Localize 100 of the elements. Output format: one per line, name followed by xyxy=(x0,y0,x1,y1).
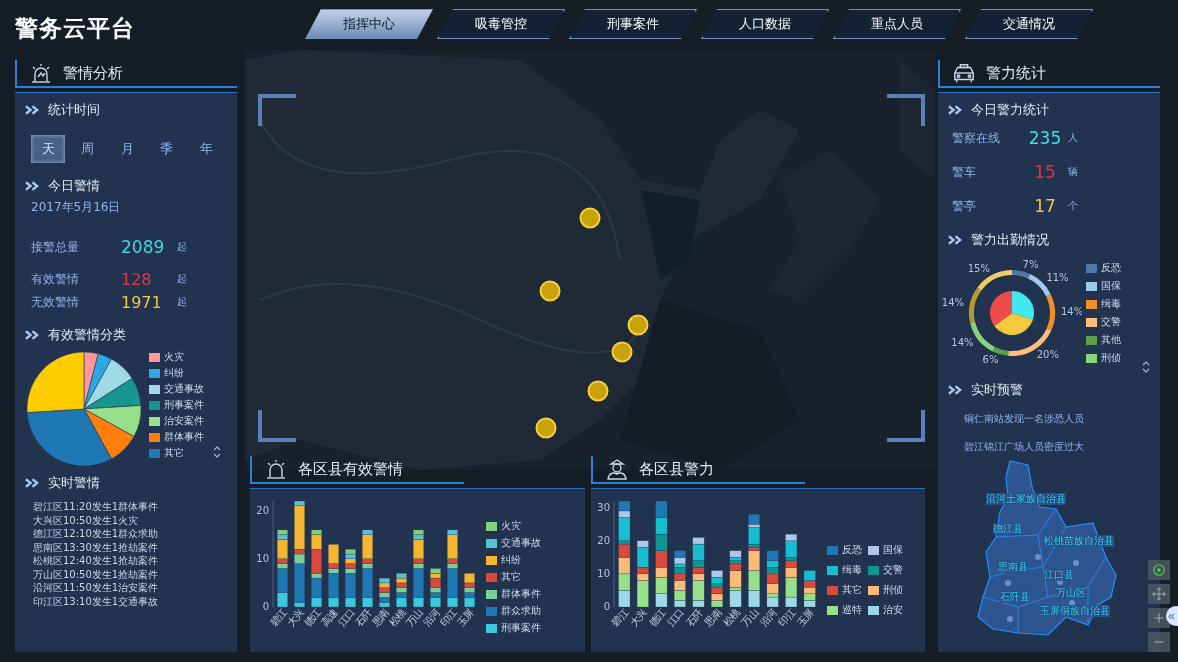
period-tab[interactable]: 天 xyxy=(31,135,65,163)
map-label: 万山区 xyxy=(1056,587,1086,599)
axis-tick-label: 0 xyxy=(262,601,269,612)
panel-title: 警情分析 xyxy=(63,63,123,83)
legend-label: 刑侦 xyxy=(882,583,903,597)
stat-value: 17 xyxy=(1033,196,1057,216)
stat-value: 235 xyxy=(1027,128,1063,148)
legend-label: 火灾 xyxy=(501,519,521,533)
nav-tab[interactable]: 重点人员 xyxy=(833,9,961,39)
alert-entry[interactable]: 松桃区12:40发生1抢劫案件 xyxy=(33,554,227,568)
legend-label: 纠纷 xyxy=(164,366,184,380)
map-label: 沿河土家族自治县 xyxy=(986,493,1066,505)
stat-label: 接警总量 xyxy=(31,238,80,256)
section-title: 今日警情 xyxy=(48,177,100,195)
legend-label: 其它 xyxy=(841,583,862,597)
nav-tab[interactable]: 人口数据 xyxy=(701,9,829,39)
legend-label: 缉毒 xyxy=(841,563,862,577)
map-label: 松桃苗族自治县 xyxy=(1044,535,1114,547)
period-tab[interactable]: 周 xyxy=(70,135,105,163)
legend-label: 反恐 xyxy=(1101,261,1121,275)
data-label: 14% xyxy=(942,297,964,309)
legend-label: 刑事案件 xyxy=(164,398,204,412)
stat-label: 无效警情 xyxy=(31,293,80,311)
legend-label: 缉毒 xyxy=(1101,297,1121,311)
legend-label: 群体事件 xyxy=(501,587,541,601)
axis-tick-label: 20 xyxy=(596,534,610,546)
alert-entry[interactable]: 大兴区10:50发生1火灾 xyxy=(33,513,227,527)
alert-entry[interactable]: 德江区12:10发生1群众求助 xyxy=(33,527,227,541)
data-label: 20% xyxy=(1036,349,1059,361)
nav-tab[interactable]: 交通情况 xyxy=(965,9,1093,39)
nav-tab[interactable]: 刑事案件 xyxy=(569,9,697,39)
stat-value: 2089 xyxy=(121,237,166,257)
legend-label: 其他 xyxy=(1101,333,1121,347)
legend-label: 群众求助 xyxy=(501,604,541,618)
section-title: 有效警情分类 xyxy=(48,326,126,344)
legend-label: 交警 xyxy=(882,563,903,577)
legend-label: 交通事故 xyxy=(164,382,204,396)
legend-label: 其它 xyxy=(164,446,184,460)
stat-value: 15 xyxy=(1033,162,1057,182)
legend-label: 纠纷 xyxy=(501,553,521,567)
period-tab[interactable]: 年 xyxy=(189,135,223,163)
nav-tab[interactable]: 吸毒管控 xyxy=(437,9,565,39)
alert-entry[interactable]: 沿河区11:50发生1治安案件 xyxy=(33,581,227,595)
alert-entry[interactable]: 万山区10:50发生1抢劫案件 xyxy=(33,567,227,581)
stat-label: 警察在线 xyxy=(952,129,1001,147)
data-label: 6% xyxy=(982,354,999,366)
section-title: 实时预警 xyxy=(971,381,1023,399)
map-label: 石阡县 xyxy=(1000,591,1030,603)
legend-label: 交通事故 xyxy=(501,536,541,550)
legend-label: 火灾 xyxy=(164,350,184,364)
app-title: 警务云平台 xyxy=(15,13,136,43)
section-title: 今日警力统计 xyxy=(971,101,1049,119)
data-label: 14% xyxy=(951,337,974,349)
axis-tick-label: 20 xyxy=(256,504,269,516)
axis-tick-label: 10 xyxy=(256,552,269,564)
section-title: 警力出勤情况 xyxy=(971,231,1049,249)
period-tab[interactable]: 季 xyxy=(149,135,184,163)
panel-title: 警力统计 xyxy=(986,63,1046,83)
axis-tick-label: 0 xyxy=(603,601,610,612)
panel-title: 各区县有效警情 xyxy=(298,459,403,479)
alert-entry[interactable]: 碧江区11:20发生1群体事件 xyxy=(33,500,227,514)
map-label: 江口县 xyxy=(1044,569,1074,581)
alert-entry[interactable]: 印江区13:10发生1交通事故 xyxy=(33,594,227,608)
legend-label: 国保 xyxy=(1101,279,1121,293)
legend-label: 治安案件 xyxy=(164,414,204,428)
axis-tick-label: 30 xyxy=(596,501,610,513)
legend-label: 刑侦 xyxy=(1101,351,1121,365)
data-label: 7% xyxy=(1022,259,1039,271)
section-title: 统计时间 xyxy=(48,101,100,119)
section-title: 实时警情 xyxy=(48,474,100,492)
data-label: 14% xyxy=(1061,306,1082,318)
axis-label: 玉屏 xyxy=(794,606,816,629)
legend-label: 巡特 xyxy=(841,603,862,617)
stat-unit: 起 xyxy=(177,240,188,254)
stat-unit: 个 xyxy=(1068,199,1079,213)
date-text: 2017年5月16日 xyxy=(30,199,122,216)
warning-entry[interactable]: 碧江锦江广场人员密度过大 xyxy=(964,433,1150,461)
legend-label: 刑事案件 xyxy=(501,621,541,635)
data-label: 11% xyxy=(1046,272,1069,284)
data-label: 15% xyxy=(967,263,990,275)
panel-title: 各区县警力 xyxy=(638,459,714,479)
alert-entry[interactable]: 思南区13:30发生1抢劫案件 xyxy=(33,540,227,554)
axis-tick-label: 10 xyxy=(596,567,610,579)
stat-label: 警车 xyxy=(952,163,977,181)
legend-label: 群体事件 xyxy=(164,430,204,444)
collapse-toggle[interactable]: « xyxy=(1166,606,1178,626)
stat-unit: 人 xyxy=(1068,131,1079,145)
stat-label: 警亭 xyxy=(952,197,977,215)
nav-tab[interactable]: 指挥中心 xyxy=(305,9,433,39)
period-tab[interactable]: 月 xyxy=(110,135,144,163)
stat-value: 1971 xyxy=(121,292,163,312)
legend-label: 治安 xyxy=(882,603,903,617)
legend-label: 反恐 xyxy=(841,543,862,557)
stat-label: 有效警情 xyxy=(31,270,80,288)
legend-label: 交警 xyxy=(1101,315,1121,329)
warning-entry[interactable]: 铜仁南站发现一名涉恐人员 xyxy=(964,405,1150,433)
stat-unit: 辆 xyxy=(1068,165,1079,179)
stat-value: 128 xyxy=(121,269,153,289)
stat-unit: 起 xyxy=(177,295,188,309)
stat-unit: 起 xyxy=(177,272,188,286)
